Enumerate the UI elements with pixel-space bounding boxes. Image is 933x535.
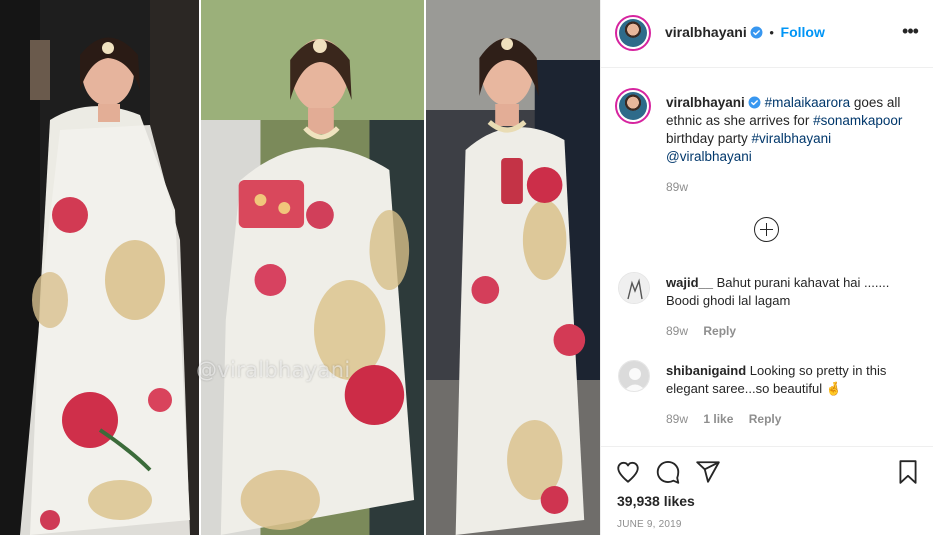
comment-text-line: wajid__ Bahut purani kahavat hai .......… [666, 274, 916, 310]
share-icon[interactable] [695, 459, 721, 485]
caption-text: viralbhayani #malaikaarora goes all ethn… [666, 94, 916, 166]
header-username[interactable]: viralbhayani [665, 24, 747, 40]
author-avatar[interactable] [615, 15, 651, 51]
header-author-line: viralbhayani • Follow [665, 24, 825, 40]
comment-time: 89w [666, 412, 689, 426]
more-icon[interactable]: ••• [900, 22, 920, 42]
comment-username[interactable]: shibanigaind [666, 363, 746, 378]
post-date[interactable]: June 9, 2019 [617, 519, 682, 530]
comment-icon[interactable] [655, 459, 681, 485]
photo-panel-middle [199, 0, 424, 535]
comment-time: 89w [666, 324, 689, 338]
likes-count[interactable]: 39,938 likes [617, 493, 695, 509]
follow-button[interactable]: Follow [781, 24, 825, 40]
caption-hashtag-link[interactable]: @viralbhayani [666, 149, 752, 164]
caption-username[interactable]: viralbhayani [666, 95, 745, 110]
photo-left-illustration [0, 0, 199, 535]
comment-avatar[interactable] [618, 272, 650, 304]
default-avatar-icon [619, 361, 649, 391]
caption-avatar-image [619, 92, 647, 120]
post-actions: 39,938 likes June 9, 2019 [601, 446, 933, 535]
photo-middle-illustration [201, 0, 424, 535]
caption-hashtag-link[interactable]: #viralbhayani [752, 131, 832, 146]
author-avatar-image [619, 19, 647, 47]
reply-button[interactable]: Reply [703, 324, 736, 338]
reply-button[interactable]: Reply [749, 412, 782, 426]
caption-time: 89w [666, 180, 689, 194]
post-header: viralbhayani • Follow ••• [601, 0, 933, 68]
photo-panel-right [424, 0, 600, 535]
caption-hashtag-link[interactable]: #sonamkapoor [813, 113, 902, 128]
caption-hashtag-link[interactable]: #malaikaarora [765, 95, 851, 110]
comment-avatar[interactable] [618, 360, 650, 392]
post-sidebar: viralbhayani • Follow ••• viralbhayani #… [600, 0, 933, 535]
load-more-icon[interactable] [754, 217, 779, 242]
comment-text-line: shibanigaind Looking so pretty in this e… [666, 362, 916, 398]
photo-right-illustration [426, 0, 600, 535]
comment-meta: 89w Reply [666, 324, 736, 338]
photo-panel-left [0, 0, 199, 535]
comment-likes[interactable]: 1 like [703, 412, 733, 426]
caption-avatar[interactable] [615, 88, 651, 124]
verified-icon [750, 26, 763, 39]
heart-icon[interactable] [615, 459, 641, 485]
comment-meta: 89w 1 like Reply [666, 412, 781, 426]
post-photo[interactable]: @viralbhayani [0, 0, 600, 535]
save-icon[interactable] [895, 459, 921, 485]
comment-username[interactable]: wajid__ [666, 275, 713, 290]
header-separator: • [769, 25, 774, 40]
caption-text-segment: birthday party [666, 131, 752, 146]
caption-verified-icon [748, 96, 761, 109]
comment-avatar-image [619, 273, 649, 303]
